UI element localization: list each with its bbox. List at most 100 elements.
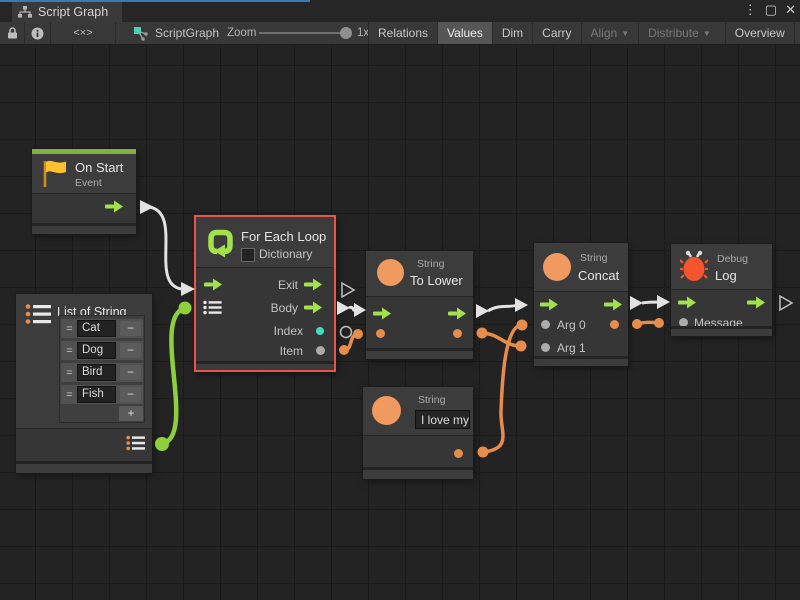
port-label-exit: Exit [278, 278, 298, 292]
node-type-label: Debug [717, 253, 748, 265]
log-exit-unconnected-indicator [780, 296, 792, 310]
string-value-field[interactable] [415, 410, 470, 429]
overview-button[interactable]: Overview [725, 22, 794, 44]
chevron-down-icon: ▼ [621, 29, 629, 38]
dictionary-label: Dictionary [259, 247, 312, 261]
relations-button[interactable]: Relations [368, 22, 437, 44]
arg1-input-port[interactable] [541, 343, 550, 352]
carry-button[interactable]: Carry [532, 22, 580, 44]
node-debug-log[interactable]: Debug Log Message [671, 244, 772, 336]
string-input-port[interactable] [376, 329, 385, 338]
node-title: To Lower [410, 273, 463, 288]
exit-output-port[interactable] [303, 278, 323, 291]
control-output-port[interactable] [746, 296, 766, 309]
hierarchy-icon [18, 6, 32, 18]
zoom-slider-track[interactable] [259, 32, 346, 34]
bug-icon [680, 250, 708, 283]
control-input-port[interactable] [372, 307, 392, 320]
wire-item-to-tolower[interactable] [339, 329, 363, 355]
unity-script-graph-window: Script Graph ⋮ ▢ ✕ <×> [0, 0, 800, 600]
control-output-port[interactable] [603, 298, 623, 311]
list-item-field[interactable]: Dog [77, 342, 116, 359]
control-input-port[interactable] [539, 298, 559, 311]
node-title: For Each Loop [241, 229, 326, 244]
list-editor: = Cat − = Dog − = Bird − = [60, 316, 144, 422]
script-graph-icon [133, 26, 149, 41]
remove-item-button[interactable]: − [120, 365, 141, 380]
wire-list-to-foreach[interactable] [155, 302, 192, 452]
drag-handle[interactable]: = [61, 323, 77, 335]
port-label-index: Index [274, 324, 303, 338]
control-output-port[interactable] [447, 307, 467, 320]
arg0-input-port[interactable] [541, 320, 550, 329]
loop-icon [205, 226, 236, 258]
node-type-label: String [417, 258, 444, 270]
node-for-each-loop[interactable]: For Each Loop Dictionary Exit Body Index [194, 215, 336, 372]
full-screen-button[interactable]: Full Screen [794, 22, 800, 44]
node-list-of-string[interactable]: List of String = Cat − = Dog − = Bird [16, 294, 152, 473]
dictionary-checkbox[interactable] [241, 248, 255, 262]
node-string-concat[interactable]: String Concat Arg 0 Arg 1 [534, 243, 628, 366]
node-type-label: String [418, 394, 445, 406]
node-on-start[interactable]: On Start Event [32, 149, 136, 234]
tab-strip: Script Graph ⋮ ▢ ✕ [0, 0, 800, 22]
wire-body-to-tolower[interactable] [337, 301, 366, 317]
code-view-icon: <×> [73, 27, 92, 39]
list-output-port[interactable] [126, 435, 146, 451]
toolbar-buttons: Relations Values Dim Carry Align▼ Distri… [368, 22, 800, 44]
lock-button[interactable] [0, 22, 25, 44]
wire-onstart-to-foreach[interactable] [140, 200, 195, 296]
tab-script-graph[interactable]: Script Graph [12, 2, 122, 22]
graph-canvas[interactable]: On Start Event List of String = Cat [0, 45, 800, 600]
zoom-slider-handle[interactable] [340, 27, 352, 39]
maximize-icon[interactable]: ▢ [765, 2, 777, 18]
window-menu-icon[interactable]: ⋮ [744, 2, 757, 18]
node-type-label: String [580, 252, 607, 264]
drag-handle[interactable]: = [61, 345, 77, 357]
code-view-button[interactable]: <×> [51, 22, 116, 44]
align-dropdown[interactable]: Align▼ [581, 22, 639, 44]
list-item-field[interactable]: Cat [77, 320, 116, 337]
list-input-port[interactable] [203, 300, 223, 315]
string-output-port[interactable] [454, 449, 463, 458]
remove-item-button[interactable]: − [120, 321, 141, 336]
node-string-to-lower[interactable]: String To Lower [366, 251, 473, 359]
list-item-field[interactable]: Bird [77, 364, 116, 381]
body-output-port[interactable] [303, 301, 323, 314]
list-icon [25, 303, 52, 325]
wire-literal-to-arg0[interactable] [478, 320, 528, 458]
distribute-dropdown[interactable]: Distribute▼ [638, 22, 720, 44]
control-input-port[interactable] [677, 296, 697, 309]
graph-name: ScriptGraph [133, 22, 219, 44]
values-button[interactable]: Values [437, 22, 492, 44]
node-string-literal[interactable]: String [363, 387, 473, 479]
index-output-port[interactable] [316, 327, 324, 335]
string-output-port[interactable] [453, 329, 462, 338]
wire-concat-to-log[interactable] [630, 295, 670, 310]
string-output-port[interactable] [610, 320, 619, 329]
remove-item-button[interactable]: − [120, 343, 141, 358]
info-button[interactable] [25, 22, 51, 44]
graph-name-label: ScriptGraph [155, 26, 219, 40]
remove-item-button[interactable]: − [120, 387, 141, 402]
list-item-row: = Dog − [61, 341, 143, 360]
item-output-port[interactable] [316, 346, 325, 355]
add-item-button[interactable]: + [119, 406, 143, 421]
zoom-label: Zoom [227, 22, 256, 44]
drag-handle[interactable]: = [61, 367, 77, 379]
wire-tolower-to-arg1[interactable] [477, 328, 527, 352]
port-label-item: Item [280, 344, 303, 358]
wire-tolower-to-concat[interactable] [476, 298, 528, 318]
dim-button[interactable]: Dim [492, 22, 532, 44]
port-label-arg1: Arg 1 [557, 341, 586, 355]
list-item-field[interactable]: Fish [77, 386, 116, 403]
window-controls: ⋮ ▢ ✕ [744, 0, 796, 20]
drag-handle[interactable]: = [61, 389, 77, 401]
close-icon[interactable]: ✕ [785, 2, 796, 18]
control-input-port[interactable] [203, 278, 223, 291]
info-icon [31, 27, 44, 40]
port-label-arg0: Arg 0 [557, 318, 586, 332]
control-output-port[interactable] [104, 200, 124, 213]
string-type-icon [543, 253, 571, 281]
wire-concat-to-message[interactable] [632, 318, 664, 329]
